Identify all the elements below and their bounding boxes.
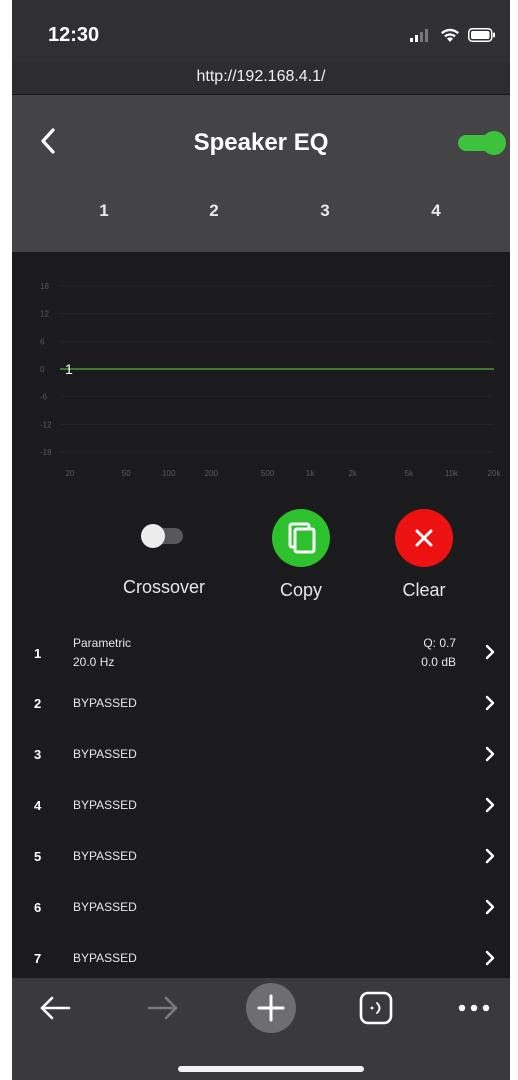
x-tick-label: 1k xyxy=(306,469,315,478)
copy-label: Copy xyxy=(279,580,323,600)
filter-type: Parametric xyxy=(73,636,132,650)
x-tick-label: 2k xyxy=(348,469,357,478)
chevron-right-icon xyxy=(485,644,495,660)
signal-icon xyxy=(410,29,428,42)
eq-enable-toggle[interactable] xyxy=(458,131,508,155)
filter-row-3[interactable]: 3 BYPASSED xyxy=(32,728,508,780)
filter-row-5[interactable]: 5 BYPASSED xyxy=(32,830,508,882)
app-header: Speaker EQ 1 2 3 4 xyxy=(12,95,510,351)
phone-screen: 12:30 http://192.168.4.1/ Speaker EQ 1 2… xyxy=(12,0,510,1080)
y-tick-label: -18 xyxy=(40,448,52,457)
browser-toolbar xyxy=(12,978,510,1080)
tab-4[interactable]: 4 xyxy=(380,185,492,252)
y-tick-label: -6 xyxy=(40,393,48,402)
filter-gain: 0.0 dB xyxy=(421,655,456,669)
chevron-right-icon xyxy=(485,746,495,762)
status-bar: 12:30 xyxy=(12,0,510,62)
crossover-action[interactable]: Crossover xyxy=(104,505,224,615)
filter-q: Q: 0.7 xyxy=(423,636,456,650)
status-icons xyxy=(410,27,496,43)
eq-response-graph[interactable]: 18 12 6 0 -6 -12 -18 20 50 100 200 500 1k 2k 5k 10k 20k… xyxy=(12,252,510,492)
tab-2[interactable]: 2 xyxy=(158,185,270,252)
battery-icon xyxy=(468,28,495,42)
chevron-right-icon xyxy=(485,950,495,966)
y-tick-label: 12 xyxy=(40,310,49,319)
chevron-right-icon xyxy=(485,848,495,864)
back-arrow-icon[interactable] xyxy=(38,994,72,1022)
filter-status: BYPASSED xyxy=(73,747,137,761)
status-time: 12:30 xyxy=(48,24,100,46)
x-tick-label: 20 xyxy=(66,469,75,478)
x-tick-label: 5k xyxy=(405,469,414,478)
filter-number: 6 xyxy=(34,900,42,915)
tab-bar: 1 2 3 4 xyxy=(12,185,510,351)
filter-row-6[interactable]: 6 BYPASSED xyxy=(32,881,508,933)
y-tick-label: -12 xyxy=(40,420,52,429)
y-tick-label: 0 xyxy=(40,365,45,374)
filter-status: BYPASSED xyxy=(73,798,137,812)
filter-number: 2 xyxy=(34,696,42,711)
filter-marker-label[interactable]: 1 xyxy=(65,361,73,377)
filter-status: BYPASSED xyxy=(73,696,137,710)
clear-label: Clear xyxy=(402,580,446,600)
graph-x-ticks: 20 50 100 200 500 1k 2k 5k 10k 20k xyxy=(66,469,502,478)
filter-frequency: 20.0 Hz xyxy=(73,655,115,669)
x-tick-label: 10k xyxy=(445,469,459,478)
more-menu-icon[interactable] xyxy=(456,1002,492,1014)
copy-icon xyxy=(272,509,330,567)
filter-row-1[interactable]: 1 Parametric 20.0 Hz Q: 0.7 0.0 dB xyxy=(32,626,508,678)
filter-number: 3 xyxy=(34,747,42,762)
filter-number: 4 xyxy=(34,798,42,813)
x-tick-label: 50 xyxy=(122,469,131,478)
new-tab-plus-icon[interactable] xyxy=(246,983,296,1033)
page-title: Speaker EQ xyxy=(193,129,329,156)
x-tick-label: 500 xyxy=(261,469,275,478)
chevron-right-icon xyxy=(485,899,495,915)
wifi-icon xyxy=(441,28,459,42)
filter-number: 5 xyxy=(34,849,42,864)
forward-arrow-icon[interactable] xyxy=(146,994,180,1022)
filter-row-2[interactable]: 2 BYPASSED xyxy=(32,677,508,729)
clear-button[interactable]: Clear xyxy=(364,505,484,615)
browser-url-bar[interactable]: http://192.168.4.1/ xyxy=(12,62,510,95)
x-tick-label: 20k xyxy=(488,469,502,478)
filter-status: BYPASSED xyxy=(73,900,137,914)
tabs-switcher-icon[interactable] xyxy=(359,991,393,1025)
y-tick-label: 18 xyxy=(40,282,49,291)
chevron-right-icon xyxy=(485,797,495,813)
clear-icon xyxy=(395,509,453,567)
filter-number: 1 xyxy=(34,646,42,661)
home-indicator xyxy=(178,1066,364,1072)
url-text[interactable]: http://192.168.4.1/ xyxy=(12,68,510,86)
chevron-right-icon xyxy=(485,695,495,711)
copy-button[interactable]: Copy xyxy=(241,505,361,615)
x-tick-label: 200 xyxy=(205,469,219,478)
y-tick-label: 6 xyxy=(40,337,45,346)
crossover-toggle[interactable] xyxy=(137,523,187,549)
graph-y-ticks: 18 12 6 0 -6 -12 -18 xyxy=(40,282,52,457)
filter-number: 7 xyxy=(34,951,42,966)
tab-1[interactable]: 1 xyxy=(48,185,160,252)
filter-status: BYPASSED xyxy=(73,849,137,863)
filter-row-4[interactable]: 4 BYPASSED xyxy=(32,779,508,831)
x-tick-label: 100 xyxy=(162,469,176,478)
tab-3[interactable]: 3 xyxy=(269,185,381,252)
crossover-label: Crossover xyxy=(122,577,206,597)
filter-status: BYPASSED xyxy=(73,951,137,965)
filter-row-7[interactable]: 7 BYPASSED xyxy=(32,932,508,984)
